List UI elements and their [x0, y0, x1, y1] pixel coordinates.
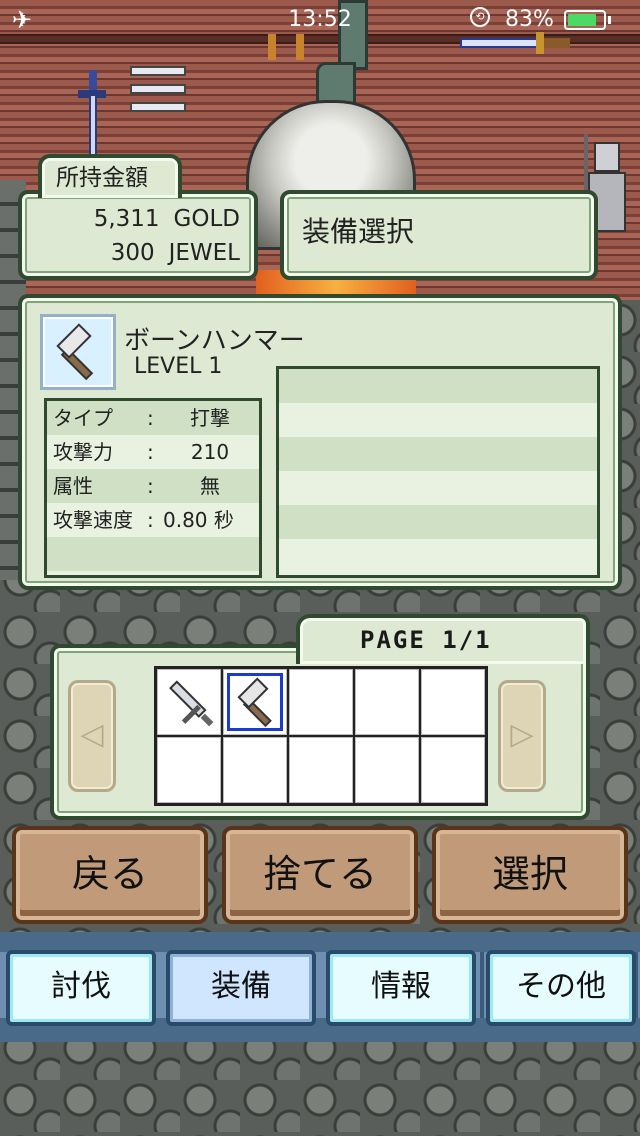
- stat-value: 0.80 秒: [163, 508, 234, 532]
- nav-tab-equip[interactable]: 装備: [166, 950, 316, 1026]
- stat-label: 攻撃速度: [53, 508, 133, 532]
- inventory-slot[interactable]: [421, 669, 485, 735]
- description-line: [279, 437, 597, 471]
- jewel-row: 300 JEWEL: [111, 240, 240, 266]
- stat-colon: :: [147, 474, 154, 498]
- wallet-panel: 5,311 GOLD 300 JEWEL: [18, 190, 258, 280]
- battery-percent: 83%: [505, 7, 554, 32]
- inventory-slot[interactable]: [355, 737, 419, 803]
- stat-value: 打撃: [190, 406, 230, 430]
- battery-icon: [564, 10, 606, 30]
- stat-colon: :: [147, 440, 154, 464]
- jewel-amount: 300: [110, 240, 155, 266]
- chevron-left-icon: ◁: [80, 717, 104, 752]
- back-button[interactable]: 戻る: [12, 826, 208, 924]
- next-page-button[interactable]: ▷: [498, 680, 546, 792]
- stat-row-element: 属性 : 無: [47, 469, 259, 503]
- description-line: [279, 471, 597, 505]
- gold-row: 5,311 GOLD: [94, 206, 240, 232]
- status-bar: ✈ 13:52 ⟲ 83%: [0, 0, 640, 40]
- description-line: [279, 403, 597, 437]
- select-button[interactable]: 選択: [432, 826, 628, 924]
- stat-row-type: タイプ : 打撃: [47, 401, 259, 435]
- gold-amount: 5,311: [93, 206, 160, 232]
- stat-row-empty: [47, 537, 259, 571]
- nav-tab-hunt[interactable]: 討伐: [6, 950, 156, 1026]
- inventory-grid: [154, 666, 488, 806]
- item-detail-panel: ボーンハンマー LEVEL 1 タイプ : 打撃 攻撃力 : 210 属性 : …: [18, 294, 622, 590]
- stat-value: 210: [190, 440, 230, 464]
- stat-label: タイプ: [53, 406, 113, 430]
- wall-sword-icon: [78, 70, 106, 158]
- inventory-slot[interactable]: [223, 669, 287, 735]
- page-indicator: PAGE 1/1: [360, 626, 492, 654]
- floor-bottom: [0, 1042, 640, 1136]
- stat-colon: :: [147, 508, 154, 532]
- bottom-nav: 討伐 装備 情報 その他: [0, 932, 640, 1042]
- stat-colon: :: [147, 406, 154, 430]
- inventory-slot[interactable]: [289, 737, 353, 803]
- stat-row-attack: 攻撃力 : 210: [47, 435, 259, 469]
- nav-tab-other[interactable]: その他: [486, 950, 636, 1026]
- description-line: [279, 505, 597, 539]
- game-screen: ✈ 13:52 ⟲ 83% 5,311 GOLD 300 JEWEL 所持金額 装備…: [0, 0, 640, 1136]
- stat-label: 属性: [53, 474, 93, 498]
- weapon-rack-icon: [130, 66, 186, 126]
- battery-fill: [568, 14, 597, 26]
- stat-row-speed: 攻撃速度 : 0.80 秒: [47, 503, 259, 537]
- item-level: LEVEL 1: [134, 354, 223, 379]
- page-title: 装備選択: [302, 215, 415, 248]
- item-hammer-icon: [40, 314, 116, 390]
- item-description-box: [276, 366, 600, 578]
- description-line: [279, 539, 597, 573]
- hammer-icon: [56, 323, 94, 381]
- item-name: ボーンハンマー: [124, 326, 305, 356]
- gold-unit: GOLD: [173, 206, 240, 232]
- prev-page-button[interactable]: ◁: [68, 680, 116, 792]
- battery-nub: [608, 16, 611, 24]
- page-indicator-tab: PAGE 1/1: [296, 614, 590, 664]
- jewel-unit: JEWEL: [168, 240, 240, 266]
- stat-value: 無: [200, 474, 220, 498]
- hammer-icon: [226, 672, 288, 738]
- title-panel: 装備選択: [280, 190, 598, 280]
- description-line: [279, 369, 597, 403]
- inventory-slot[interactable]: [421, 737, 485, 803]
- sword-icon: [160, 672, 222, 738]
- inventory-slot[interactable]: [157, 669, 221, 735]
- inventory-slot[interactable]: [157, 737, 221, 803]
- rotation-lock-icon: ⟲: [470, 7, 490, 27]
- inventory-panel: ◁ ▷: [50, 644, 590, 820]
- item-stats-table: タイプ : 打撃 攻撃力 : 210 属性 : 無 攻撃速度 : 0.80 秒: [44, 398, 262, 578]
- stat-label: 攻撃力: [53, 440, 113, 464]
- inventory-slot[interactable]: [223, 737, 287, 803]
- discard-button[interactable]: 捨てる: [222, 826, 418, 924]
- inventory-slot[interactable]: [289, 669, 353, 735]
- chevron-right-icon: ▷: [510, 717, 534, 752]
- nav-tab-info[interactable]: 情報: [326, 950, 476, 1026]
- wallet-tab-label: 所持金額: [38, 154, 182, 198]
- inventory-slot[interactable]: [355, 669, 419, 735]
